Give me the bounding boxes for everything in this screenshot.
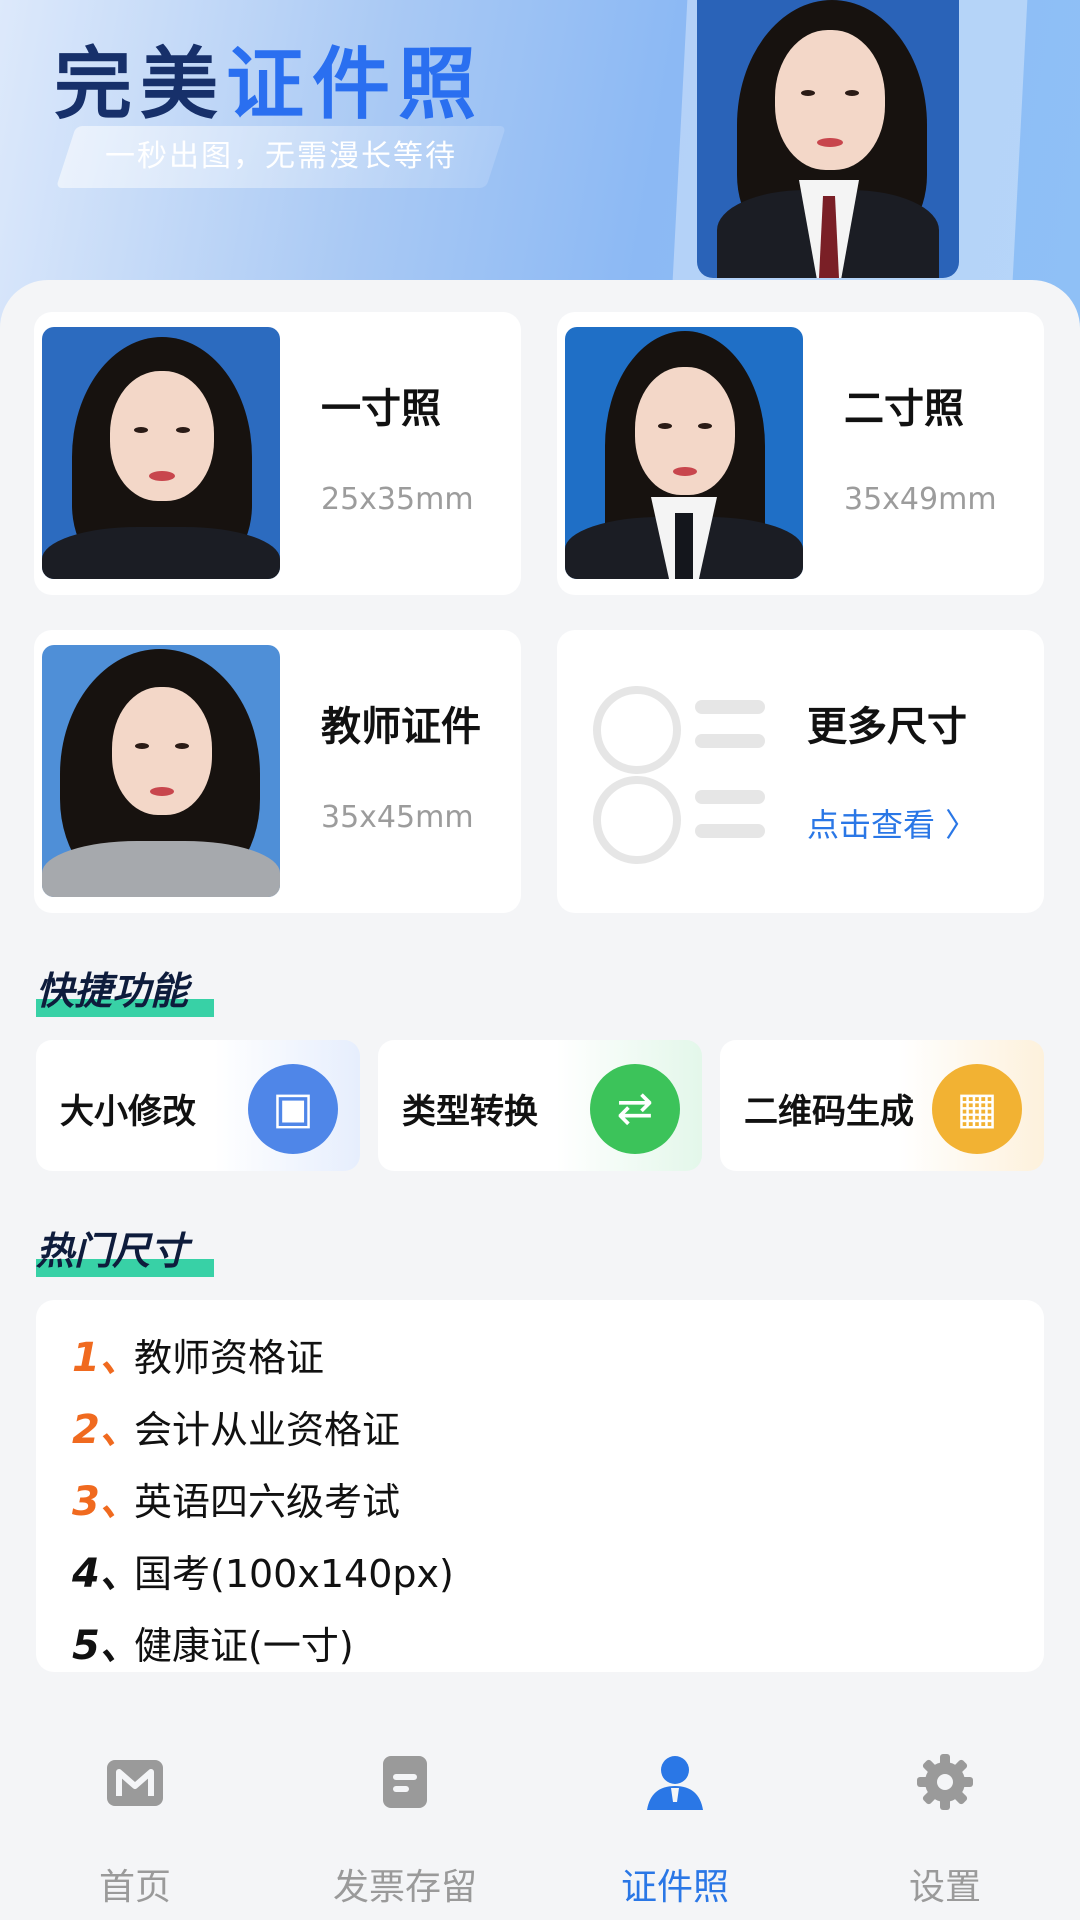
- sample-photo: [42, 327, 280, 579]
- hot-sizes-title: 热门尺寸: [36, 1220, 214, 1277]
- view-more-link[interactable]: 点击查看 〉: [807, 800, 977, 846]
- invoice-icon: [383, 1756, 427, 1808]
- tab-home[interactable]: 首页: [0, 1740, 270, 1920]
- hot-sizes-list: 1、 教师资格证 2、 会计从业资格证 3、 英语四六级考试 4、 国考(100x140…: [36, 1300, 1044, 1672]
- size-dimension: 35x45mm: [321, 800, 474, 835]
- convert-icon: ⇄: [590, 1064, 680, 1154]
- main-panel: 一寸照 25x35mm 二寸照 35x49mm 教师证件 35x45mm 更多尺…: [0, 280, 1080, 1740]
- size-card-2-inch[interactable]: 二寸照 35x49mm: [557, 312, 1044, 595]
- tab-label: 发票存留: [332, 1867, 477, 1908]
- size-name: 二寸照: [844, 386, 964, 432]
- gear-icon: [917, 1754, 973, 1810]
- qr-grid-icon: ▦: [932, 1064, 1022, 1154]
- quick-resize-button[interactable]: 大小修改 ▣: [36, 1040, 360, 1171]
- size-dimension: 25x35mm: [321, 482, 474, 517]
- more-sizes-card[interactable]: 更多尺寸 点击查看 〉: [557, 630, 1044, 913]
- sample-photo: [42, 645, 280, 897]
- list-item[interactable]: 1、 教师资格证: [72, 1324, 324, 1384]
- bottom-tab-bar: 首页 发票存留 证件照 设置: [0, 1740, 1080, 1920]
- quick-label: 类型转换: [402, 1092, 538, 1132]
- home-m-icon: [107, 1760, 163, 1806]
- list-item[interactable]: 2、 会计从业资格证: [72, 1396, 400, 1456]
- quick-convert-button[interactable]: 类型转换 ⇄: [378, 1040, 702, 1171]
- portrait-resize-icon: ▣: [248, 1064, 338, 1154]
- quick-label: 大小修改: [60, 1092, 196, 1132]
- tab-label: 证件照: [620, 1867, 729, 1908]
- tab-invoice[interactable]: 发票存留: [270, 1740, 540, 1920]
- size-name: 一寸照: [321, 386, 441, 432]
- size-card-1-inch[interactable]: 一寸照 25x35mm: [34, 312, 521, 595]
- banner-sample-photo: [697, 0, 959, 278]
- tab-label: 首页: [98, 1867, 171, 1908]
- size-dimension: 35x49mm: [844, 482, 997, 517]
- more-sizes-title: 更多尺寸: [807, 704, 967, 750]
- sample-photo: [565, 327, 803, 579]
- banner-title: 完美证件照: [54, 40, 485, 130]
- list-item[interactable]: 3、 英语四六级考试: [72, 1468, 400, 1528]
- list-item[interactable]: 5、 健康证(一寸): [72, 1612, 354, 1672]
- tab-label: 设置: [908, 1867, 981, 1908]
- tab-id-photo[interactable]: 证件照: [540, 1740, 810, 1920]
- quick-qrcode-button[interactable]: 二维码生成 ▦: [720, 1040, 1044, 1171]
- tab-settings[interactable]: 设置: [810, 1740, 1080, 1920]
- size-name: 教师证件: [321, 704, 481, 750]
- size-card-teacher[interactable]: 教师证件 35x45mm: [34, 630, 521, 913]
- quick-label: 二维码生成: [744, 1092, 914, 1132]
- quick-functions-title: 快捷功能: [36, 960, 214, 1017]
- list-item[interactable]: 4、 国考(100x140px): [72, 1540, 454, 1600]
- id-photo-person-icon: [647, 1756, 703, 1810]
- banner-subtitle: 一秒出图，无需漫长等待: [55, 126, 507, 188]
